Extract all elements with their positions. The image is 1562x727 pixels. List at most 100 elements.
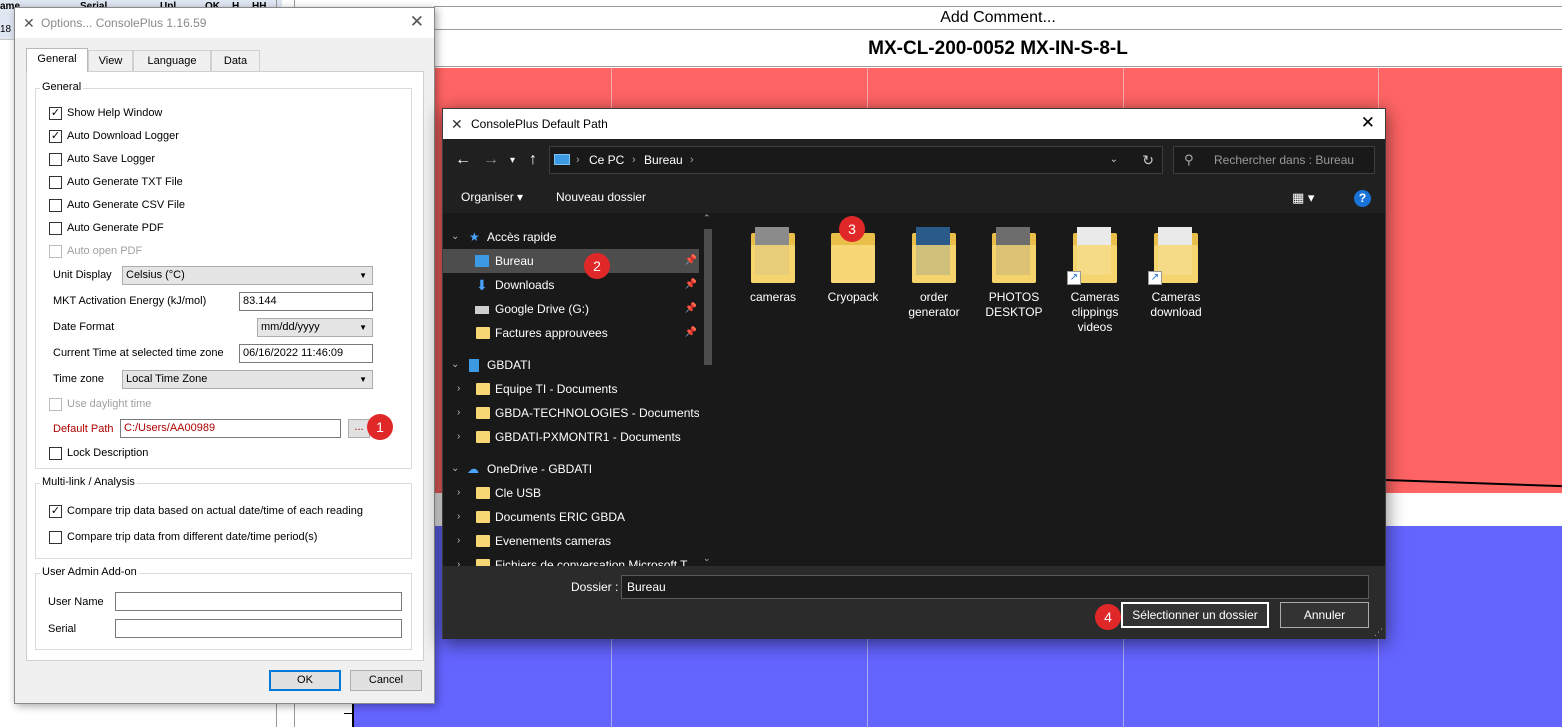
tree-item-factures[interactable]: Factures approuvees 📌: [443, 321, 699, 345]
folder-icon: [476, 559, 490, 566]
tree-item-gbdati-pxmontr1[interactable]: › GBDATI-PXMONTR1 - Documents: [443, 425, 699, 449]
folder-item-cameras[interactable]: cameras: [733, 225, 813, 305]
tab-data[interactable]: Data: [211, 50, 260, 71]
checkbox-box[interactable]: ✓: [49, 505, 62, 518]
search-box[interactable]: ⚲ Rechercher dans : Bureau: [1173, 146, 1375, 174]
folder-icon: [749, 225, 797, 285]
chevron-down-icon[interactable]: ⌄: [451, 457, 459, 481]
tree-item-downloads[interactable]: ⬇ Downloads 📌: [443, 273, 699, 297]
checkbox-box[interactable]: ✓: [49, 107, 62, 120]
chevron-right-icon[interactable]: ›: [457, 529, 460, 553]
tree-item-evenements-cameras[interactable]: › Evenements cameras: [443, 529, 699, 553]
current-time-label: Current Time at selected time zone: [53, 347, 224, 359]
help-icon[interactable]: ?: [1354, 190, 1371, 207]
tree-scrollbar-thumb[interactable]: [704, 229, 712, 365]
mkt-input[interactable]: 83.144: [239, 292, 373, 311]
user-name-input[interactable]: [115, 592, 402, 611]
chevron-right-icon[interactable]: ›: [457, 481, 460, 505]
user-admin-group: User Admin Add-on User Name Serial: [35, 566, 412, 650]
address-bar[interactable]: › Ce PC › Bureau › ⌄ ↻: [549, 146, 1163, 174]
organize-button[interactable]: Organiser ▾: [461, 190, 523, 204]
computer-icon: [554, 154, 570, 165]
chevron-down-icon[interactable]: ⌄: [1110, 147, 1118, 173]
tree-item-documents-eric[interactable]: › Documents ERIC GBDA: [443, 505, 699, 529]
folder-icon: [910, 225, 958, 285]
tab-view[interactable]: View: [88, 50, 133, 71]
scroll-down-icon[interactable]: ⌄: [703, 553, 711, 564]
close-icon[interactable]: ✕: [1361, 113, 1375, 133]
tree-item-google-drive[interactable]: Google Drive (G:) 📌: [443, 297, 699, 321]
chevron-right-icon[interactable]: ›: [457, 377, 460, 401]
cancel-folder-button[interactable]: Annuler: [1280, 602, 1369, 628]
back-arrow-icon[interactable]: ←: [455, 151, 471, 169]
checkbox-box[interactable]: [49, 199, 62, 212]
resize-grip-icon[interactable]: ⋰: [1374, 627, 1383, 638]
serial-label: Serial: [48, 623, 77, 635]
date-format-select[interactable]: mm/dd/yyyy ▼: [257, 318, 373, 337]
cancel-button[interactable]: Cancel: [350, 670, 422, 691]
pin-icon: 📌: [684, 255, 697, 266]
tree-item-bureau[interactable]: Bureau 📌: [443, 249, 699, 273]
folder-item-order-generator[interactable]: order generator: [894, 225, 974, 320]
tree-item-onedrive[interactable]: ⌄ ☁ OneDrive - GBDATI: [443, 457, 699, 481]
refresh-icon[interactable]: ↻: [1142, 147, 1154, 173]
user-name-label: User Name: [48, 596, 104, 608]
recent-locations-icon[interactable]: ▾: [510, 155, 515, 166]
chevron-right-icon[interactable]: ›: [457, 425, 460, 449]
tree-item-label: Documents ERIC GBDA: [495, 510, 626, 524]
step-badge-3: 3: [839, 216, 865, 242]
breadcrumb-ce-pc[interactable]: Ce PC: [589, 147, 624, 173]
tree-item-fichiers-conversation[interactable]: › Fichiers de conversation Microsoft T: [443, 553, 699, 566]
tree-item-gbdati[interactable]: ⌄ GBDATI: [443, 353, 699, 377]
step-badge-4: 4: [1095, 604, 1121, 630]
close-icon[interactable]: ✕: [410, 12, 424, 32]
view-options-icon[interactable]: ▦ ▾: [1292, 190, 1314, 206]
navigation-tree: ⌄ ★ Accès rapide Bureau 📌 ⬇ Downloads 📌 …: [443, 213, 716, 566]
folder-item-photos-desktop[interactable]: PHOTOS DESKTOP: [974, 225, 1054, 320]
unit-display-select[interactable]: Celsius (°C) ▼: [122, 266, 373, 285]
checkbox-label: Use daylight time: [67, 398, 152, 410]
serial-input[interactable]: [115, 619, 402, 638]
checkbox-box[interactable]: [49, 222, 62, 235]
checkbox-label: Auto Generate CSV File: [67, 199, 186, 211]
tab-language[interactable]: Language: [133, 50, 211, 71]
chevron-down-icon[interactable]: ⌄: [451, 225, 459, 249]
checkbox-box[interactable]: [49, 176, 62, 189]
forward-arrow-icon[interactable]: →: [483, 151, 499, 169]
ok-button[interactable]: OK: [269, 670, 341, 691]
tree-item-equipe-ti[interactable]: › Equipe TI - Documents: [443, 377, 699, 401]
chevron-down-icon[interactable]: ⌄: [451, 353, 459, 377]
add-comment-label[interactable]: Add Comment...: [434, 7, 1562, 29]
folder-picker-titlebar: ✕ ConsolePlus Default Path ✕: [443, 109, 1385, 139]
tree-item-quick-access[interactable]: ⌄ ★ Accès rapide: [443, 225, 699, 249]
folder-item-cameras-clippings[interactable]: ↗ Cameras clippings videos: [1055, 225, 1135, 335]
tree-item-gbda-technologies[interactable]: › GBDA-TECHNOLOGIES - Documents: [443, 401, 700, 425]
checkbox-box[interactable]: [49, 531, 62, 544]
select-value: Celsius (°C): [126, 269, 185, 281]
checkbox-box[interactable]: ✓: [49, 130, 62, 143]
folder-name-input[interactable]: Bureau: [621, 575, 1369, 599]
up-arrow-icon[interactable]: ↑: [529, 151, 537, 169]
checkbox-box: [49, 245, 62, 258]
scroll-up-icon[interactable]: ⌃: [703, 213, 711, 224]
chevron-right-icon[interactable]: ›: [457, 401, 460, 425]
breadcrumb-bureau[interactable]: Bureau: [644, 147, 683, 173]
command-bar: Organiser ▾ Nouveau dossier ▦ ▾ ?: [443, 183, 1385, 213]
drive-icon: [475, 306, 489, 314]
tab-general[interactable]: General: [26, 48, 88, 72]
checkbox-box[interactable]: [49, 153, 62, 166]
default-path-input[interactable]: C:/Users/AA00989: [120, 419, 341, 438]
select-folder-button[interactable]: Sélectionner un dossier: [1121, 602, 1269, 628]
multilink-group: Multi-link / Analysis ✓ Compare trip dat…: [35, 476, 412, 559]
new-folder-button[interactable]: Nouveau dossier: [556, 190, 646, 204]
select-value: Local Time Zone: [126, 373, 208, 385]
folder-picker-footer: Dossier : Bureau Sélectionner un dossier…: [443, 566, 1385, 639]
chevron-right-icon[interactable]: ›: [457, 553, 460, 566]
tree-item-cle-usb[interactable]: › Cle USB: [443, 481, 699, 505]
chevron-right-icon[interactable]: ›: [457, 505, 460, 529]
tree-item-label: Fichiers de conversation Microsoft T: [495, 558, 688, 566]
current-time-input[interactable]: 06/16/2022 11:46:09: [239, 344, 373, 363]
folder-item-cameras-download[interactable]: ↗ Cameras download: [1136, 225, 1216, 320]
time-zone-select[interactable]: Local Time Zone ▼: [122, 370, 373, 389]
checkbox-box[interactable]: [49, 447, 62, 460]
